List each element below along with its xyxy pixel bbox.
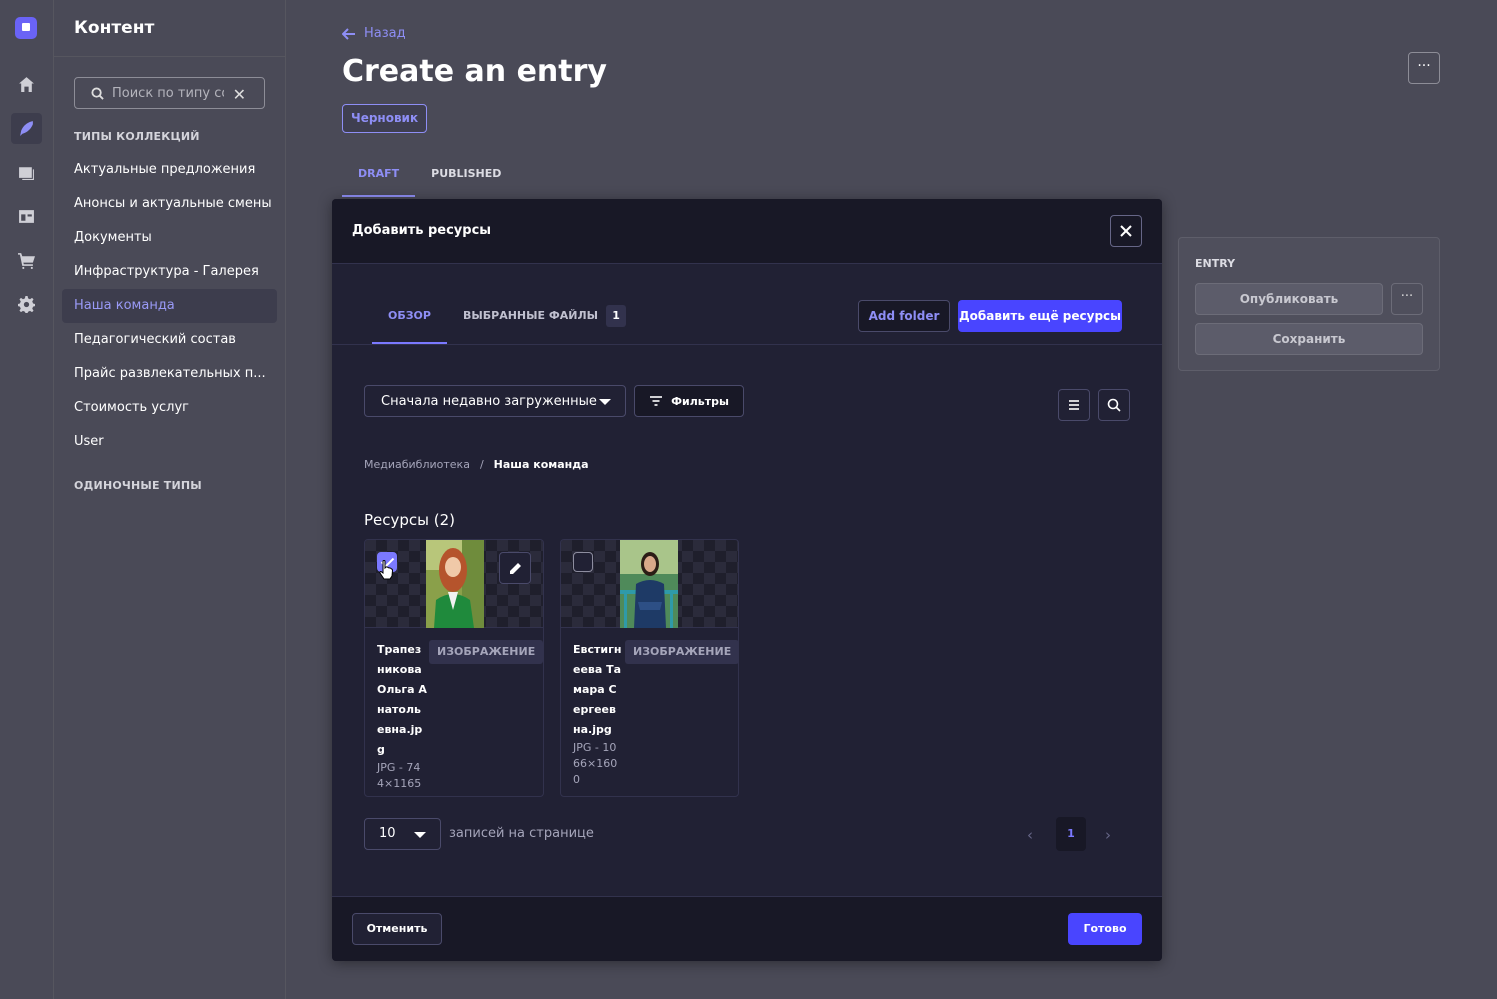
breadcrumb-separator: /: [479, 458, 484, 471]
sort-select[interactable]: Сначала недавно загруженные: [364, 385, 626, 417]
modal-header: Добавить ресурсы: [332, 199, 1162, 264]
asset-card[interactable]: Евстигнеева Тамара Сергеевна.jpg JPG - 1…: [560, 539, 739, 797]
sidebar-title: Контент: [54, 0, 285, 57]
home-icon[interactable]: [11, 69, 42, 100]
sidebar-item[interactable]: Анонсы и актуальные смены: [62, 187, 277, 221]
media-library-icon[interactable]: [11, 157, 42, 188]
asset-filename: Евстигнеева Тамара Сергеевна.jpg JPG - 1…: [573, 640, 623, 788]
asset-image: [620, 540, 678, 628]
asset-name: Трапезникова Ольга Анатольевна.jpg: [377, 643, 427, 756]
breadcrumb: Медиабиблиотека / Наша команда: [364, 458, 589, 471]
asset-type-badge: ИЗОБРАЖЕНИЕ: [429, 640, 543, 664]
breadcrumb-current: Наша команда: [493, 458, 589, 471]
close-button[interactable]: [1110, 215, 1142, 247]
asset-filename: Трапезникова Ольга Анатольевна.jpg JPG -…: [377, 640, 427, 792]
settings-icon[interactable]: [11, 289, 42, 320]
tab-browse-label: ОБЗОР: [388, 309, 431, 322]
add-more-assets-button[interactable]: Добавить ещё ресурсы: [958, 300, 1122, 332]
asset-thumbnail: [561, 540, 738, 628]
sidebar-item-active[interactable]: Наша команда: [62, 289, 277, 323]
page-title: Create an entry: [342, 54, 607, 89]
sidebar-item[interactable]: Педагогический состав: [62, 323, 277, 357]
search-placeholder: Поиск по типу сод: [112, 85, 224, 101]
content-manager-icon[interactable]: [11, 113, 42, 144]
list-view-icon: [1069, 400, 1079, 410]
sidebar-item[interactable]: Стоимость услуг: [62, 391, 277, 425]
per-page-select[interactable]: 10: [364, 818, 441, 850]
publish-button[interactable]: Опубликовать: [1195, 283, 1383, 315]
modal-title: Добавить ресурсы: [352, 223, 492, 238]
page-tabs: DRAFT PUBLISHED: [342, 160, 517, 197]
nav-rail: [0, 0, 54, 999]
caret-down-icon: [414, 832, 426, 838]
cancel-button[interactable]: Отменить: [352, 913, 442, 945]
filter-icon: [650, 396, 663, 406]
tabs-divider: [332, 344, 1162, 345]
sidebar-item[interactable]: Документы: [62, 221, 277, 255]
modal-footer: Отменить Готово: [332, 896, 1162, 961]
add-assets-modal: Добавить ресурсы ОБЗОР ВЫБРАННЫЕ ФАЙЛЫ 1…: [332, 199, 1162, 961]
tab-draft[interactable]: DRAFT: [342, 160, 416, 197]
tab-selected-files[interactable]: ВЫБРАННЫЕ ФАЙЛЫ 1: [447, 299, 642, 344]
sidebar-item[interactable]: Актуальные предложения: [62, 153, 277, 187]
sidebar-item[interactable]: Инфраструктура - Галерея: [62, 255, 277, 289]
caret-down-icon: [599, 399, 611, 405]
clear-search-icon[interactable]: ✕: [233, 85, 246, 104]
search-button[interactable]: [1098, 389, 1130, 421]
page-more-button[interactable]: ···: [1408, 52, 1440, 84]
back-link[interactable]: Назад: [342, 26, 406, 41]
modal-tabs: ОБЗОР ВЫБРАННЫЕ ФАЙЛЫ 1: [372, 299, 642, 344]
back-label: Назад: [364, 26, 406, 41]
tab-selected-files-label: ВЫБРАННЫЕ ФАЙЛЫ: [462, 309, 599, 322]
assets-section-title: Ресурсы (2): [364, 511, 456, 529]
sidebar-search-input[interactable]: Поиск по типу сод ✕: [74, 77, 265, 109]
marketplace-icon[interactable]: [11, 245, 42, 276]
entry-more-button[interactable]: ···: [1391, 283, 1423, 315]
chevron-left-icon[interactable]: ‹: [1027, 826, 1033, 844]
per-page-value: 10: [379, 826, 396, 841]
entry-panel: ENTRY Опубликовать ··· Сохранить: [1178, 237, 1440, 371]
save-button[interactable]: Сохранить: [1195, 323, 1423, 355]
content-sidebar: Контент Поиск по типу сод ✕ ТИПЫ КОЛЛЕКЦ…: [54, 0, 286, 999]
asset-meta: JPG - 744×1165: [377, 761, 422, 790]
hand-cursor-icon: [379, 560, 393, 580]
asset-name: Евстигнеева Тамара Сергеевна.jpg: [573, 643, 622, 736]
filters-button[interactable]: Фильтры: [634, 385, 744, 417]
asset-image: [426, 540, 484, 628]
arrow-left-icon: [342, 27, 355, 40]
add-folder-button[interactable]: Add folder: [858, 300, 950, 332]
status-badge: Черновик: [342, 104, 428, 133]
asset-meta: JPG - 1066×1600: [573, 741, 618, 786]
collection-types-heading: ТИПЫ КОЛЛЕКЦИЙ: [74, 130, 200, 143]
content-type-builder-icon[interactable]: [11, 201, 42, 232]
list-view-toggle[interactable]: [1058, 389, 1090, 421]
sidebar-item[interactable]: Прайс развлекательных п...: [62, 357, 277, 391]
search-icon: [1107, 398, 1121, 412]
edit-asset-button[interactable]: [499, 552, 531, 584]
breadcrumb-root[interactable]: Медиабиблиотека: [364, 458, 470, 471]
tab-published[interactable]: PUBLISHED: [415, 160, 517, 197]
asset-thumbnail: [365, 540, 543, 628]
asset-checkbox[interactable]: [573, 552, 593, 572]
per-page-label: записей на странице: [449, 826, 594, 841]
search-icon: [91, 86, 104, 100]
page-number-current[interactable]: 1: [1056, 817, 1086, 851]
selected-count-badge: 1: [606, 305, 627, 327]
collection-types-list: Актуальные предложения Анонсы и актуальн…: [62, 153, 277, 459]
filters-label: Фильтры: [671, 394, 729, 408]
done-button[interactable]: Готово: [1068, 913, 1142, 945]
tab-browse[interactable]: ОБЗОР: [372, 299, 447, 344]
close-icon: [1120, 225, 1132, 237]
single-types-heading: ОДИНОЧНЫЕ ТИПЫ: [74, 479, 202, 492]
sort-value: Сначала недавно загруженные: [381, 394, 597, 409]
entry-panel-label: ENTRY: [1195, 257, 1236, 270]
sidebar-item[interactable]: User: [62, 425, 277, 459]
chevron-right-icon[interactable]: ›: [1105, 826, 1111, 844]
pencil-icon: [509, 562, 521, 574]
app-logo[interactable]: [15, 17, 37, 39]
asset-type-badge: ИЗОБРАЖЕНИЕ: [625, 640, 738, 664]
